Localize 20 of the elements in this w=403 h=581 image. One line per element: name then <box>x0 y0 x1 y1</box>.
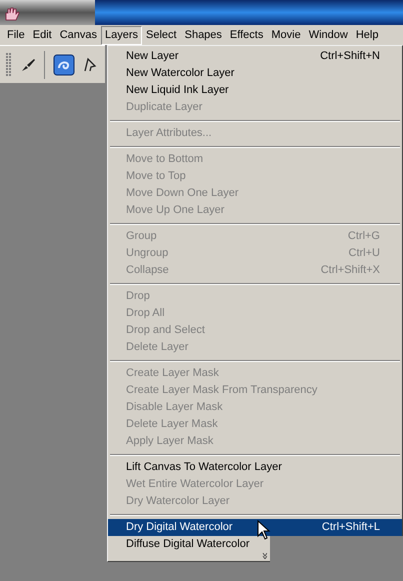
menu-bar-item[interactable]: Layers <box>101 26 142 44</box>
menu-bar-item[interactable]: Canvas <box>56 26 101 44</box>
menu-item[interactable]: New Watercolor Layer <box>108 65 402 82</box>
menu-bar-item[interactable]: File <box>3 26 29 44</box>
menu-item[interactable]: Dry Digital Watercolor Ctrl+Shift+L <box>108 519 402 536</box>
mouse-pointer-icon <box>257 520 271 540</box>
grip-icon <box>6 52 12 78</box>
expand-chevron-icon[interactable] <box>261 553 267 559</box>
menu-item[interactable]: New Layer Ctrl+Shift+N <box>108 48 402 65</box>
menu-bar-item[interactable]: Select <box>142 26 181 44</box>
menu-bar-item[interactable]: Shapes <box>180 26 226 44</box>
menu-bar-item[interactable]: Edit <box>28 26 56 44</box>
menu-bar-item[interactable]: Window <box>304 26 352 44</box>
menu-item[interactable]: Lift Canvas To Watercolor Layer <box>108 459 402 476</box>
brush-icon[interactable] <box>20 56 36 72</box>
menu-item[interactable]: New Liquid Ink Layer <box>108 82 402 99</box>
menu-bar-item[interactable]: Help <box>352 26 382 44</box>
menu-bar-item[interactable]: Effects <box>226 26 268 44</box>
menu-bar-item[interactable]: Movie <box>267 26 305 44</box>
hand-icon <box>4 7 20 21</box>
